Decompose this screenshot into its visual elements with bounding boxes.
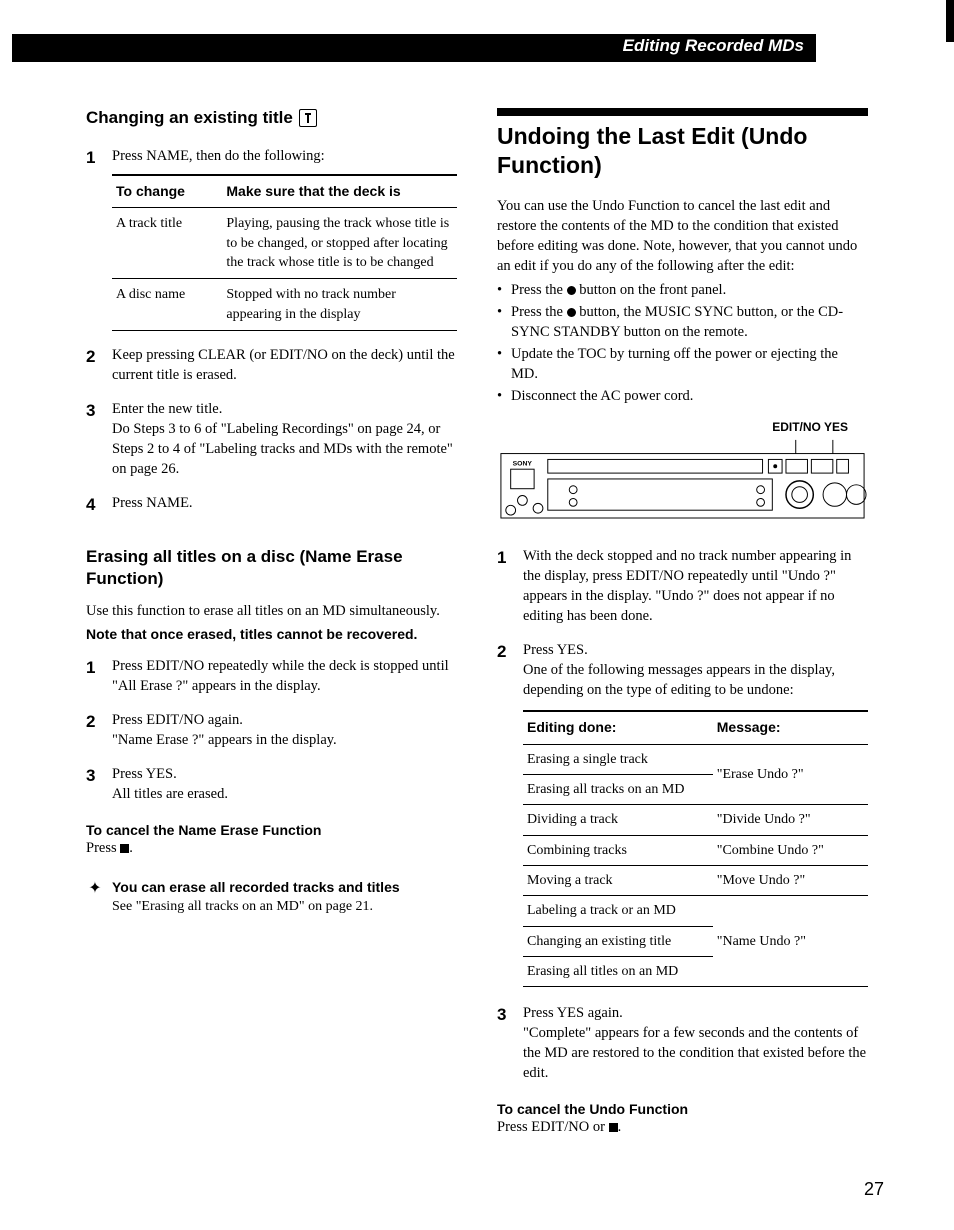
erase-steps: 1 Press EDIT/NO repeatedly while the dec…	[86, 656, 457, 804]
cell-track-title: A track title	[112, 208, 222, 279]
svg-text:SONY: SONY	[513, 460, 533, 467]
text: Press	[86, 840, 120, 856]
remote-icon	[299, 109, 317, 127]
section-rule	[497, 108, 868, 116]
step-text: Press NAME.	[112, 493, 457, 516]
bullet: Press the button, the MUSIC SYNC button,…	[497, 302, 868, 342]
stop-icon	[120, 844, 129, 853]
cell: "Move Undo ?"	[713, 865, 868, 895]
bullet: Update the TOC by turning off the power …	[497, 344, 868, 384]
changing-title-heading: Changing an existing title	[86, 108, 457, 128]
page-content: Changing an existing title 1 Press NAME,…	[86, 108, 868, 1141]
step-text: Press YES.	[523, 640, 868, 660]
th-makesure: Make sure that the deck is	[222, 175, 457, 208]
step-number: 3	[86, 399, 100, 479]
step-number: 1	[497, 546, 511, 626]
step-text: One of the following messages appears in…	[523, 660, 868, 700]
th-message: Message:	[713, 711, 868, 744]
step-text: "Name Erase ?" appears in the display.	[112, 730, 457, 750]
right-column: Undoing the Last Edit (Undo Function) Yo…	[497, 108, 868, 1141]
page-edge-mark	[946, 0, 954, 42]
cell: "Erase Undo ?"	[713, 744, 868, 805]
step-number: 4	[86, 493, 100, 516]
step-text: With the deck stopped and no track numbe…	[523, 546, 868, 626]
cell: "Combine Undo ?"	[713, 835, 868, 865]
step-number: 2	[86, 710, 100, 750]
step-text: Press EDIT/NO repeatedly while the deck …	[112, 656, 457, 696]
page-number: 27	[864, 1179, 884, 1200]
step-number: 2	[497, 640, 511, 987]
bullet: Disconnect the AC power cord.	[497, 386, 868, 406]
cancel-undo-body: Press EDIT/NO or .	[497, 1117, 868, 1137]
step-text: Enter the new title.	[112, 399, 457, 419]
cell: "Divide Undo ?"	[713, 805, 868, 835]
step-text: Keep pressing CLEAR (or EDIT/NO on the d…	[112, 345, 457, 385]
heading-text: Changing an existing title	[86, 108, 293, 128]
step-number: 1	[86, 146, 100, 331]
erase-intro: Use this function to erase all titles on…	[86, 601, 457, 621]
step-number: 3	[86, 764, 100, 804]
step-number: 2	[86, 345, 100, 385]
tip-icon: ✦	[86, 878, 104, 917]
erase-heading: Erasing all titles on a disc (Name Erase…	[86, 546, 457, 590]
undo-steps: 1 With the deck stopped and no track num…	[497, 546, 868, 1083]
th-editing: Editing done:	[523, 711, 713, 744]
tip-body: See "Erasing all tracks on an MD" on pag…	[112, 897, 400, 917]
step-number: 1	[86, 656, 100, 696]
cell: "Name Undo ?"	[713, 896, 868, 987]
th-tochange: To change	[112, 175, 222, 208]
step-number: 3	[497, 1003, 511, 1083]
record-icon	[567, 286, 576, 295]
cell: Dividing a track	[523, 805, 713, 835]
deck-svg: SONY	[497, 436, 868, 524]
tip-title: You can erase all recorded tracks and ti…	[112, 878, 400, 898]
text: Press the	[511, 282, 567, 298]
cell: Moving a track	[523, 865, 713, 895]
step-text: Press NAME, then do the following:	[112, 146, 457, 166]
cell: Erasing all titles on an MD	[523, 956, 713, 986]
erase-note: Note that once erased, titles cannot be …	[86, 625, 457, 644]
cell: Erasing a single track	[523, 744, 713, 774]
cell-track-desc: Playing, pausing the track whose title i…	[222, 208, 457, 279]
left-column: Changing an existing title 1 Press NAME,…	[86, 108, 457, 1141]
undo-heading: Undoing the Last Edit (Undo Function)	[497, 122, 868, 180]
step-text: Press YES again.	[523, 1003, 868, 1023]
cell: Combining tracks	[523, 835, 713, 865]
cancel-undo-heading: To cancel the Undo Function	[497, 1101, 868, 1117]
cell: Changing an existing title	[523, 926, 713, 956]
undo-conditions: Press the button on the front panel. Pre…	[497, 280, 868, 406]
cancel-erase-body: Press .	[86, 838, 457, 858]
header-section-title: Editing Recorded MDs	[623, 36, 804, 56]
undo-intro: You can use the Undo Function to cancel …	[497, 196, 868, 276]
deck-figure: EDIT/NO YES SONY	[497, 420, 868, 529]
stop-icon	[609, 1123, 618, 1132]
text: button on the front panel.	[576, 282, 727, 298]
cell-disc-name: A disc name	[112, 279, 222, 331]
step-text: Press YES.	[112, 764, 457, 784]
text: Press EDIT/NO or	[497, 1119, 609, 1135]
text: Press the	[511, 304, 567, 320]
cell: Labeling a track or an MD	[523, 896, 713, 926]
step-text: All titles are erased.	[112, 784, 457, 804]
tip-block: ✦ You can erase all recorded tracks and …	[86, 878, 457, 917]
step-text: Do Steps 3 to 6 of "Labeling Recordings"…	[112, 419, 457, 479]
record-icon	[567, 308, 576, 317]
message-table: Editing done: Message: Erasing a single …	[523, 710, 868, 987]
cell-disc-desc: Stopped with no track number appearing i…	[222, 279, 457, 331]
changing-steps: 1 Press NAME, then do the following: To …	[86, 146, 457, 516]
figure-labels: EDIT/NO YES	[497, 420, 868, 434]
step-text: "Complete" appears for a few seconds and…	[523, 1023, 868, 1083]
step-text: Press EDIT/NO again.	[112, 710, 457, 730]
cell: Erasing all tracks on an MD	[523, 774, 713, 804]
change-table: To change Make sure that the deck is A t…	[112, 174, 457, 331]
bullet: Press the button on the front panel.	[497, 280, 868, 300]
cancel-erase-heading: To cancel the Name Erase Function	[86, 822, 457, 838]
